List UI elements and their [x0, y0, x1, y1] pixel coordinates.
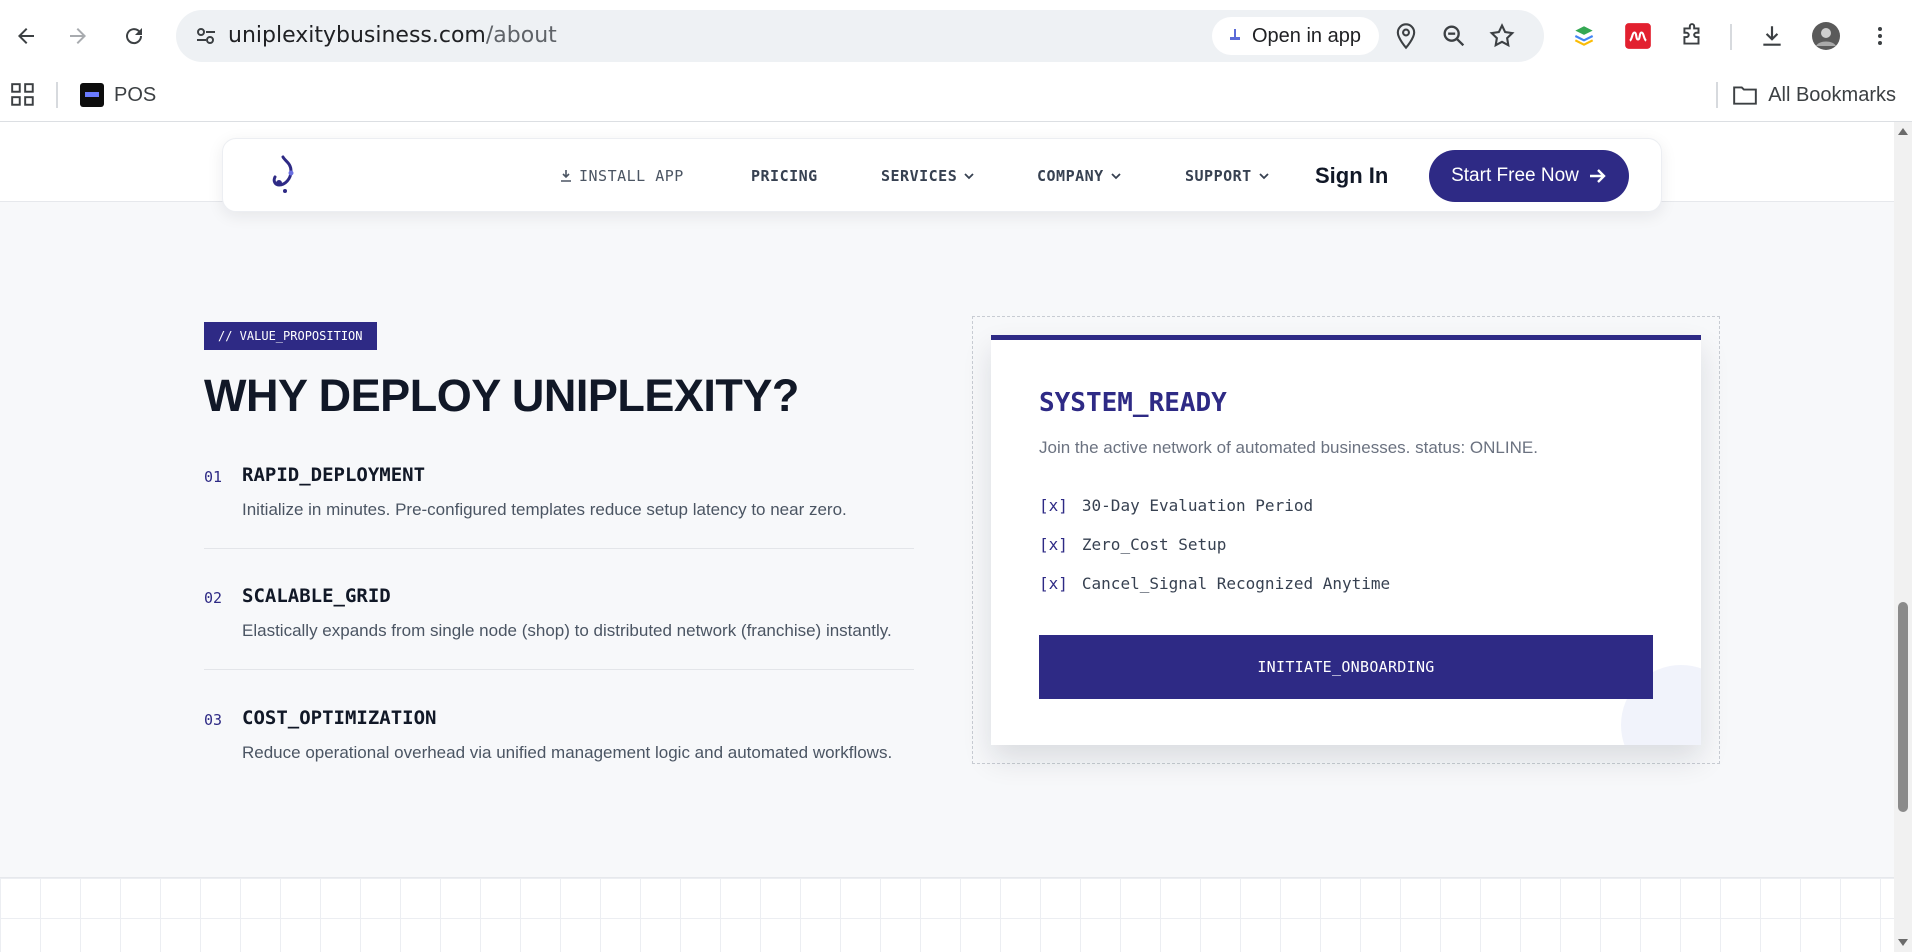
chevron-down-icon: [964, 173, 974, 180]
support-label: SUPPORT: [1185, 167, 1252, 185]
services-menu[interactable]: SERVICES: [881, 167, 975, 185]
card-title: SYSTEM_READY: [1039, 388, 1227, 418]
company-menu[interactable]: COMPANY: [1037, 167, 1122, 185]
site-settings-icon[interactable]: [194, 24, 218, 48]
scroll-up-arrow[interactable]: [1898, 128, 1908, 135]
extension-layers-icon[interactable]: [1566, 18, 1602, 54]
checklist-item: [x] 30-Day Evaluation Period: [1039, 496, 1313, 515]
bookmark-pos[interactable]: POS: [80, 80, 156, 110]
forward-icon[interactable]: [60, 18, 96, 54]
checkbox-mark: [x]: [1039, 574, 1068, 593]
checklist-item: [x] Cancel_Signal Recognized Anytime: [1039, 574, 1390, 593]
url-domain: uniplexitybusiness.com: [228, 23, 486, 48]
feature-description: Elastically expands from single node (sh…: [242, 621, 892, 640]
pricing-label: PRICING: [751, 167, 818, 185]
bookmarks-divider: [56, 82, 58, 108]
pos-favicon: [80, 83, 104, 107]
page-content: INSTALL APP PRICING SERVICES COMPANY SUP…: [0, 122, 1894, 952]
feature-title: RAPID_DEPLOYMENT: [242, 464, 426, 486]
checkbox-mark: [x]: [1039, 496, 1068, 515]
toolbar-divider: [1730, 24, 1732, 50]
initiate-onboarding-button[interactable]: INITIATE_ONBOARDING: [1039, 635, 1653, 699]
zoom-out-icon[interactable]: [1440, 22, 1468, 50]
folder-icon: [1733, 86, 1757, 105]
feature-title: COST_OPTIMIZATION: [242, 707, 437, 729]
page-scrollbar[interactable]: [1894, 122, 1912, 952]
system-ready-card: SYSTEM_READY Join the active network of …: [991, 335, 1701, 745]
download-icon[interactable]: [1754, 18, 1790, 54]
section-headline: WHY DEPLOY UNIPLEXITY?: [204, 370, 799, 421]
chevron-down-icon: [1111, 173, 1121, 180]
apps-grid-icon[interactable]: [10, 82, 36, 108]
url-path: /about: [485, 23, 557, 48]
start-free-label: Start Free Now: [1451, 165, 1579, 186]
sign-in-link[interactable]: Sign In: [1315, 163, 1388, 189]
reload-icon[interactable]: [116, 18, 152, 54]
bookmarks-bar: POS All Bookmarks: [0, 70, 1912, 122]
services-label: SERVICES: [881, 167, 958, 185]
feature-item: 01 RAPID_DEPLOYMENT Initialize in minute…: [204, 464, 914, 550]
feature-description: Reduce operational overhead via unified …: [242, 743, 893, 762]
grid-background: [0, 877, 1894, 952]
checklist-label: Cancel_Signal Recognized Anytime: [1081, 574, 1391, 593]
profile-avatar[interactable]: [1808, 18, 1844, 54]
company-label: COMPANY: [1037, 167, 1104, 185]
feature-divider: [204, 669, 914, 670]
install-app-link[interactable]: INSTALL APP: [559, 167, 684, 185]
location-icon[interactable]: [1392, 22, 1420, 50]
chevron-down-icon: [1259, 173, 1269, 180]
bookmark-pos-label: POS: [114, 83, 157, 106]
feature-item: 03 COST_OPTIMIZATION Reduce operational …: [204, 707, 914, 767]
checklist-item: [x] Zero_Cost Setup: [1039, 535, 1226, 554]
checklist-label: 30-Day Evaluation Period: [1081, 496, 1314, 515]
pricing-link[interactable]: PRICING: [751, 167, 818, 185]
feature-item: 02 SCALABLE_GRID Elastically expands fro…: [204, 585, 914, 671]
browser-menu-icon[interactable]: [1862, 18, 1898, 54]
checkbox-mark: [x]: [1039, 535, 1068, 554]
feature-number: 01: [204, 468, 223, 486]
arrow-right-icon: [1589, 169, 1606, 183]
start-free-button[interactable]: Start Free Now: [1429, 150, 1629, 202]
scroll-thumb[interactable]: [1898, 602, 1908, 812]
browser-toolbar: uniplexitybusiness.com/about Open in app: [0, 0, 1912, 70]
open-in-app-button[interactable]: Open in app: [1212, 17, 1379, 55]
scroll-down-arrow[interactable]: [1898, 939, 1908, 946]
open-app-icon: [1230, 29, 1240, 40]
feature-divider: [204, 548, 914, 549]
uniplexity-logo[interactable]: [265, 153, 305, 199]
install-app-label: INSTALL APP: [579, 167, 684, 185]
feature-description: Initialize in minutes. Pre-configured te…: [242, 500, 847, 519]
feature-number: 03: [204, 711, 223, 729]
url-text[interactable]: uniplexitybusiness.com/about: [228, 23, 557, 48]
card-subtitle: Join the active network of automated bus…: [1039, 438, 1538, 457]
extensions-puzzle-icon[interactable]: [1674, 18, 1710, 54]
address-bar[interactable]: uniplexitybusiness.com/about Open in app: [176, 10, 1544, 62]
back-icon[interactable]: [8, 18, 44, 54]
download-small-icon: [561, 170, 571, 182]
feature-title: SCALABLE_GRID: [242, 585, 391, 607]
open-in-app-label: Open in app: [1252, 25, 1361, 47]
checklist-label: Zero_Cost Setup: [1081, 535, 1227, 554]
bookmark-star-icon[interactable]: [1488, 22, 1516, 50]
all-bookmarks-button[interactable]: All Bookmarks: [1732, 80, 1896, 110]
feature-number: 02: [204, 589, 223, 607]
all-bookmarks-label: All Bookmarks: [1768, 83, 1896, 106]
site-navbar: INSTALL APP PRICING SERVICES COMPANY SUP…: [222, 138, 1662, 212]
support-menu[interactable]: SUPPORT: [1185, 167, 1270, 185]
bookmarks-divider-right: [1716, 82, 1718, 108]
section-tag: // VALUE_PROPOSITION: [204, 322, 377, 350]
extension-mendeley-icon[interactable]: [1620, 18, 1656, 54]
